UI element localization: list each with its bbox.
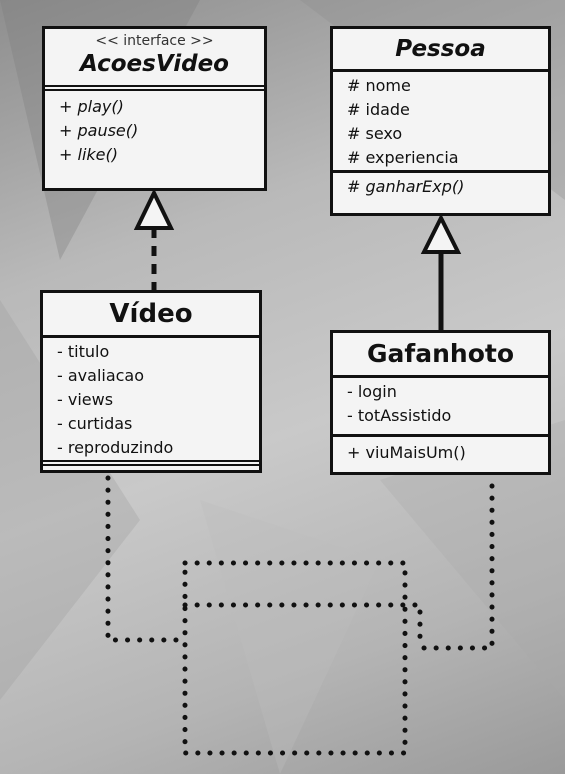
attribute-item: - avaliacao bbox=[57, 366, 145, 385]
attribute-item: # sexo bbox=[347, 124, 403, 143]
method-item: + pause() bbox=[59, 121, 139, 140]
attribute-item: - totAssistido bbox=[347, 406, 452, 425]
method-item: + viuMaisUm() bbox=[347, 443, 466, 462]
method-item: + like() bbox=[59, 145, 118, 164]
class-acoes-video: << interface >> AcoesVideo + play() + pa… bbox=[42, 26, 267, 191]
inheritance-arrowhead bbox=[420, 213, 462, 254]
attribute-item: # idade bbox=[347, 100, 410, 119]
interface-stereotype: << interface >> bbox=[95, 33, 214, 49]
attribute-item: # experiencia bbox=[347, 148, 459, 167]
class-name: AcoesVideo bbox=[80, 51, 229, 77]
attribute-item: - curtidas bbox=[57, 414, 133, 433]
class-name: Gafanhoto bbox=[366, 339, 515, 368]
class-pessoa: Pessoa # nome # idade # sexo # experienc… bbox=[330, 26, 551, 216]
class-gafanhoto: Gafanhoto - login - totAssistido + viuMa… bbox=[330, 330, 551, 475]
attribute-item: - reproduzindo bbox=[57, 438, 174, 457]
class-video: Vídeo - titulo - avaliacao - views - cur… bbox=[40, 290, 262, 473]
dotted-association bbox=[105, 475, 495, 756]
method-item: # ganharExp() bbox=[347, 177, 465, 196]
method-item: + play() bbox=[59, 97, 124, 116]
attribute-item: - views bbox=[57, 390, 114, 409]
attribute-item: # nome bbox=[347, 76, 411, 95]
realization-arrowhead bbox=[133, 188, 175, 230]
attribute-item: - login bbox=[347, 382, 397, 401]
attribute-item: - titulo bbox=[57, 342, 110, 361]
class-name: Pessoa bbox=[395, 36, 486, 62]
class-name: Vídeo bbox=[109, 299, 193, 329]
